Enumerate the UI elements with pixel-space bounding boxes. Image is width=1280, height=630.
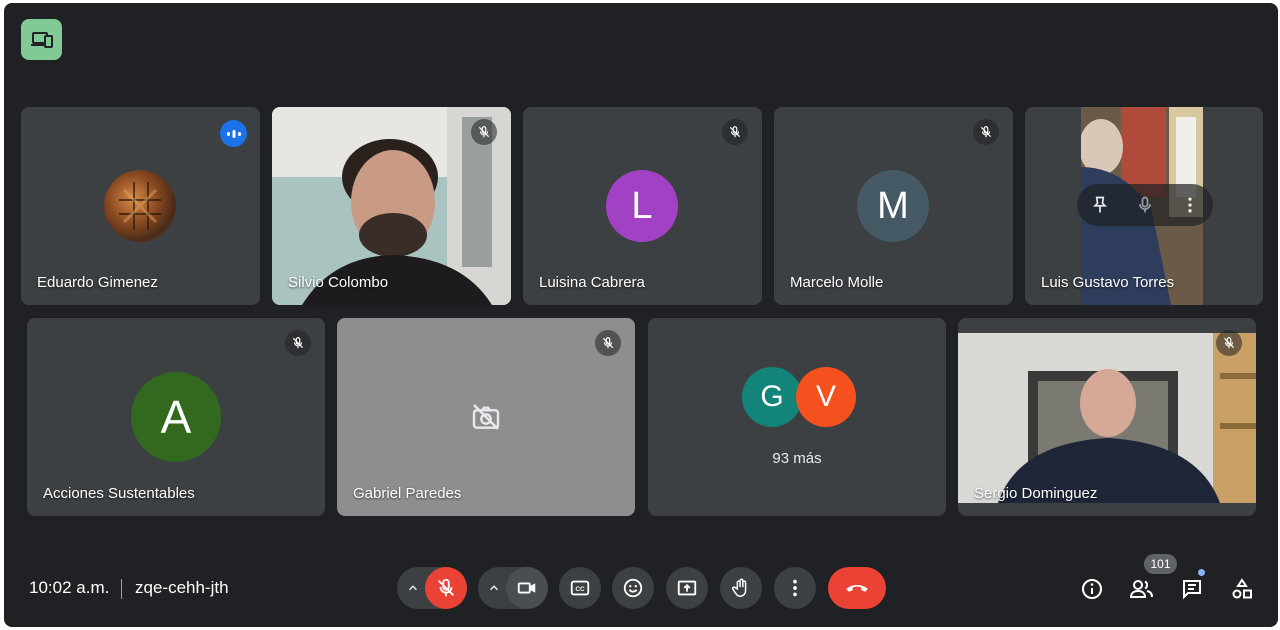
meeting-details-button[interactable]: [1076, 573, 1108, 605]
camera-off-icon: [472, 404, 500, 430]
participant-count-badge: 101: [1144, 554, 1177, 574]
chat-button[interactable]: [1176, 573, 1208, 605]
participant-name: Acciones Sustentables: [43, 485, 195, 502]
end-call-icon: [846, 585, 868, 592]
present-screen-icon: [677, 580, 697, 596]
reactions-button[interactable]: [612, 567, 654, 609]
mic-toggle-button[interactable]: [425, 567, 467, 609]
mic-off-icon: [595, 330, 621, 356]
meet-window: Eduardo Gimenez Silvio Colombo L Luisina…: [4, 3, 1278, 627]
mic-off-icon: [722, 119, 748, 145]
chat-icon: [1183, 580, 1201, 600]
present-button[interactable]: [666, 567, 708, 609]
captions-button[interactable]: CC: [559, 567, 601, 609]
tile-hover-controls: [1077, 184, 1213, 226]
chevron-up-icon: [408, 585, 418, 591]
participant-tile-eduardo[interactable]: Eduardo Gimenez: [21, 107, 260, 305]
participant-tile-acciones[interactable]: A Acciones Sustentables: [27, 318, 325, 516]
avatar: V: [796, 367, 856, 427]
meeting-code: zqe-cehh-jth: [135, 578, 229, 597]
participant-name: Luisina Cabrera: [539, 274, 645, 291]
avatar: [104, 170, 176, 242]
avatar: A: [131, 372, 221, 462]
overflow-participants-tile[interactable]: G V 93 más: [648, 318, 946, 516]
screen-share-button[interactable]: [21, 19, 62, 60]
activities-button[interactable]: [1226, 573, 1258, 605]
meeting-time: 10:02 a.m.: [29, 578, 110, 597]
chevron-up-icon: [489, 585, 499, 591]
leave-call-button[interactable]: [828, 567, 886, 609]
participant-tile-gabriel[interactable]: Gabriel Paredes: [337, 318, 635, 516]
people-icon: [1129, 580, 1153, 598]
camera-toggle-button[interactable]: [506, 567, 548, 609]
raise-hand-icon: [732, 578, 747, 597]
avatar: M: [857, 170, 929, 242]
speaking-indicator-icon: [220, 120, 247, 147]
info-icon: [1082, 579, 1102, 599]
people-button[interactable]: [1126, 573, 1158, 605]
avatar: G: [742, 367, 802, 427]
mic-off-icon: [285, 330, 311, 356]
pin-icon[interactable]: [1090, 195, 1110, 215]
participant-tile-luis[interactable]: Luis Gustavo Torres: [1025, 107, 1263, 305]
participant-name: Luis Gustavo Torres: [1041, 274, 1175, 291]
mic-off-icon: [471, 119, 497, 145]
mic-off-icon: [1216, 330, 1242, 356]
participant-tile-luisina[interactable]: L Luisina Cabrera: [523, 107, 762, 305]
raise-hand-button[interactable]: [720, 567, 762, 609]
participant-name: Eduardo Gimenez: [37, 274, 158, 291]
participant-name: Silvio Colombo: [288, 274, 389, 291]
mic-options-button[interactable]: [399, 567, 427, 609]
participant-name: Sergio Dominguez: [974, 485, 1098, 502]
more-options-button[interactable]: [774, 567, 816, 609]
more-vert-icon[interactable]: [1180, 195, 1200, 215]
mic-off-icon: [973, 119, 999, 145]
video-feed: [958, 333, 1256, 503]
participant-name: Marcelo Molle: [790, 274, 884, 291]
emoji-icon: [623, 578, 643, 598]
mic-off-icon: [438, 578, 454, 597]
camera-options-button[interactable]: [480, 567, 508, 609]
avatar: L: [606, 170, 678, 242]
participant-tile-sergio[interactable]: Sergio Dominguez: [958, 318, 1256, 516]
more-vert-icon: [793, 579, 797, 597]
participant-tile-silvio[interactable]: Silvio Colombo: [272, 107, 511, 305]
participant-tile-marcelo[interactable]: M Marcelo Molle: [774, 107, 1013, 305]
overflow-count-label: 93 más: [772, 450, 822, 467]
divider: [121, 579, 122, 599]
svg-text:CC: CC: [575, 586, 585, 593]
participant-name: Gabriel Paredes: [353, 485, 462, 502]
activities-icon: [1232, 578, 1252, 599]
mic-off-icon[interactable]: [1135, 195, 1155, 215]
closed-caption-icon: CC: [570, 580, 590, 596]
screen-share-present-icon: [30, 31, 53, 48]
video-camera-icon: [517, 582, 536, 594]
